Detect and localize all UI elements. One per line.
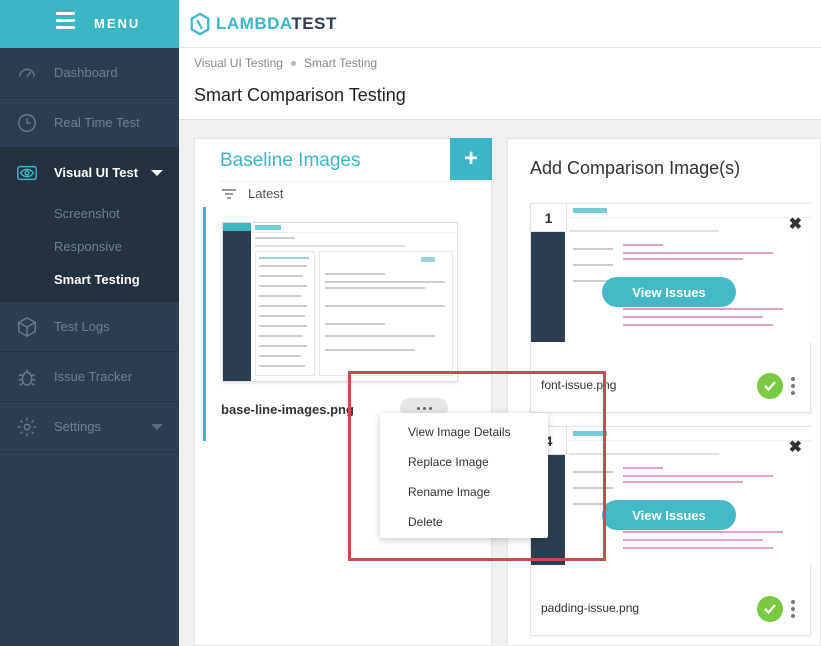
sidebar-item-issue-tracker[interactable]: Issue Tracker: [0, 352, 179, 402]
check-icon: [757, 373, 783, 399]
kebab-menu-icon[interactable]: [791, 377, 795, 395]
bug-icon: [18, 369, 36, 386]
context-menu: View Image Details Replace Image Rename …: [380, 413, 548, 538]
close-icon[interactable]: ✖: [789, 214, 802, 234]
thumbnail-content: [251, 223, 457, 381]
chevron-down-icon: [151, 423, 163, 430]
comparison-title: Add Comparison Image(s): [530, 158, 741, 178]
sidebar-item-visual-ui-test[interactable]: Visual UI Test: [0, 148, 179, 198]
baseline-panel: Baseline Images + Latest base-line-image…: [194, 138, 492, 646]
menu-item-replace-image[interactable]: Replace Image: [408, 455, 489, 469]
comparison-panel: Add Comparison Image(s) 1 ✖ View Issues …: [507, 138, 821, 646]
sidebar-item-label: Dashboard: [54, 65, 118, 80]
sort-label: Latest: [248, 186, 284, 201]
menu-item-delete[interactable]: Delete: [408, 515, 443, 529]
logo[interactable]: LAMBDATEST: [189, 12, 337, 36]
breadcrumb-item[interactable]: Smart Testing: [304, 56, 377, 70]
sidebar-subitem-screenshot[interactable]: Screenshot: [54, 206, 120, 221]
sidebar-item-settings[interactable]: Settings: [0, 402, 179, 452]
sidebar-subitem-responsive[interactable]: Responsive: [54, 239, 122, 254]
sidebar-item-label: Visual UI Test: [54, 165, 139, 180]
menu-label: MENU: [94, 16, 141, 31]
breadcrumb-item[interactable]: Visual UI Testing: [194, 56, 283, 70]
gauge-icon: [18, 68, 36, 77]
sidebar-item-test-logs[interactable]: Test Logs: [0, 302, 179, 352]
sidebar-item-label: Settings: [54, 419, 101, 434]
top-header: LAMBDATEST: [179, 0, 821, 48]
menu-item-view-image-details[interactable]: View Image Details: [408, 425, 511, 439]
comparison-thumbnail[interactable]: [531, 427, 812, 565]
baseline-image-name: base-line-images.png: [221, 402, 354, 417]
baseline-thumbnail[interactable]: [222, 222, 458, 382]
thumbnail-sidebar: [223, 223, 251, 381]
gear-icon: [17, 417, 37, 436]
sidebar-subitem-smart-testing[interactable]: Smart Testing: [54, 272, 140, 287]
logo-text: LAMBDATEST: [216, 14, 337, 33]
menu-toggle[interactable]: MENU: [0, 0, 179, 48]
breadcrumb-separator: [290, 60, 296, 66]
baseline-title: Baseline Images: [220, 150, 361, 171]
comparison-card[interactable]: 1 ✖ View Issues font-issue.png: [530, 203, 812, 413]
comparison-thumbnail[interactable]: [531, 204, 812, 342]
add-baseline-button[interactable]: +: [450, 138, 492, 180]
divider: [220, 181, 492, 182]
breadcrumb: Visual UI Testing Smart Testing: [194, 56, 377, 70]
view-issues-button[interactable]: View Issues: [602, 277, 736, 307]
comparison-card[interactable]: 4 ✖ View Issues padding-issue.png: [530, 426, 812, 636]
sidebar: MENU Dashboard Real Time Test Visual UI …: [0, 0, 179, 646]
sidebar-item-dashboard[interactable]: Dashboard: [0, 48, 179, 98]
eye-icon: [17, 165, 37, 180]
comparison-filename: font-issue.png: [541, 378, 617, 392]
hamburger-icon[interactable]: [56, 12, 75, 30]
sidebar-item-label: Test Logs: [54, 319, 110, 334]
lambdatest-logo-icon: [190, 12, 210, 36]
clock-icon: [18, 113, 36, 132]
kebab-menu-icon[interactable]: [791, 600, 795, 618]
sort-icon: [222, 188, 236, 199]
baseline-image-card[interactable]: base-line-images.png: [203, 207, 493, 441]
close-icon[interactable]: ✖: [789, 437, 802, 457]
sidebar-item-real-time-test[interactable]: Real Time Test: [0, 98, 179, 148]
menu-item-rename-image[interactable]: Rename Image: [408, 485, 490, 499]
sidebar-submenu: Screenshot Responsive Smart Testing: [0, 198, 179, 302]
comparison-number: 1: [531, 204, 567, 232]
sidebar-item-label: Issue Tracker: [54, 369, 133, 384]
chevron-down-icon: [151, 169, 163, 176]
view-issues-button[interactable]: View Issues: [602, 500, 736, 530]
sidebar-item-label: Real Time Test: [54, 115, 140, 130]
page-header: Visual UI Testing Smart Testing Smart Co…: [179, 48, 821, 120]
cube-icon: [18, 316, 36, 337]
comparison-filename: padding-issue.png: [541, 601, 640, 615]
page-title: Smart Comparison Testing: [194, 85, 406, 105]
sort-dropdown[interactable]: Latest: [222, 186, 283, 201]
check-icon: [757, 596, 783, 622]
